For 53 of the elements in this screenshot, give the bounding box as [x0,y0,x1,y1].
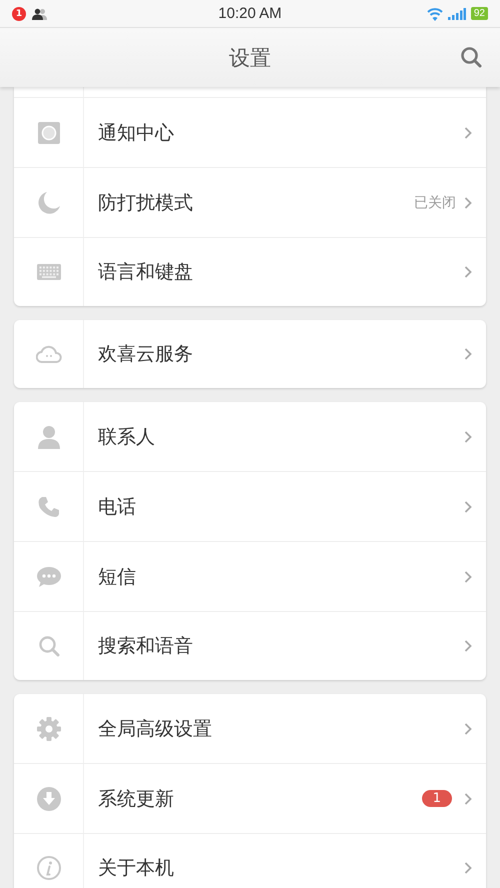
chevron-icon [464,570,472,582]
search-button[interactable] [460,46,482,68]
moon-icon [36,190,60,214]
status-time: 10:20 AM [218,5,282,22]
info-icon [36,856,60,880]
chevron-icon [464,126,472,138]
people-icon [32,8,48,20]
signal-icon [448,8,466,20]
settings-item[interactable]: 全局高级设置 [14,694,486,764]
settings-item[interactable]: 欢喜云服务 [14,320,486,388]
settings-item[interactable]: 联系人 [14,402,486,472]
item-label: 全局高级设置 [98,716,213,742]
settings-item[interactable]: 系统更新 1 [14,764,486,834]
chevron-icon [464,266,472,278]
item-label: 短信 [98,564,137,590]
chevron-icon [464,430,472,442]
cloud-icon [36,345,62,363]
chat-bubble-icon [36,566,60,586]
settings-item[interactable]: 通知中心 [14,98,486,168]
wifi-icon [426,6,443,20]
update-badge: 1 [422,790,452,807]
settings-item[interactable]: 防打扰模式 已关闭 [14,168,486,238]
item-label: 关于本机 [98,856,175,881]
settings-item[interactable]: 关于本机 [14,834,486,888]
circle-square-icon [38,122,60,144]
item-label: 联系人 [98,424,156,450]
keyboard-icon [36,264,60,280]
page-title: 设置 [229,44,271,72]
item-label: 搜索和语音 [98,634,194,659]
item-label: 系统更新 [98,786,175,812]
phone-icon [38,496,60,518]
settings-item[interactable]: 搜索和语音 [14,612,486,680]
chevron-icon [464,792,472,804]
download-icon [36,786,60,810]
item-label: 防打扰模式 [98,190,194,216]
notification-badge: 1 [12,6,26,20]
settings-item[interactable]: 语言和键盘 [14,238,486,306]
chevron-icon [464,640,472,652]
person-icon [38,424,60,448]
chevron-icon [464,348,472,360]
item-status: 已关闭 [414,194,456,212]
item-label: 欢喜云服务 [98,342,194,367]
item-label: 电话 [98,494,137,520]
item-label: 语言和键盘 [98,260,194,285]
settings-item[interactable]: 电话 [14,472,486,542]
item-label: 通知中心 [98,120,175,146]
chevron-icon [464,500,472,512]
chevron-icon [464,862,472,874]
chevron-icon [464,722,472,734]
chevron-icon [464,196,472,208]
settings-item[interactable]: 短信 [14,542,486,612]
search-icon [38,635,60,657]
battery-indicator: 92 [470,7,488,20]
